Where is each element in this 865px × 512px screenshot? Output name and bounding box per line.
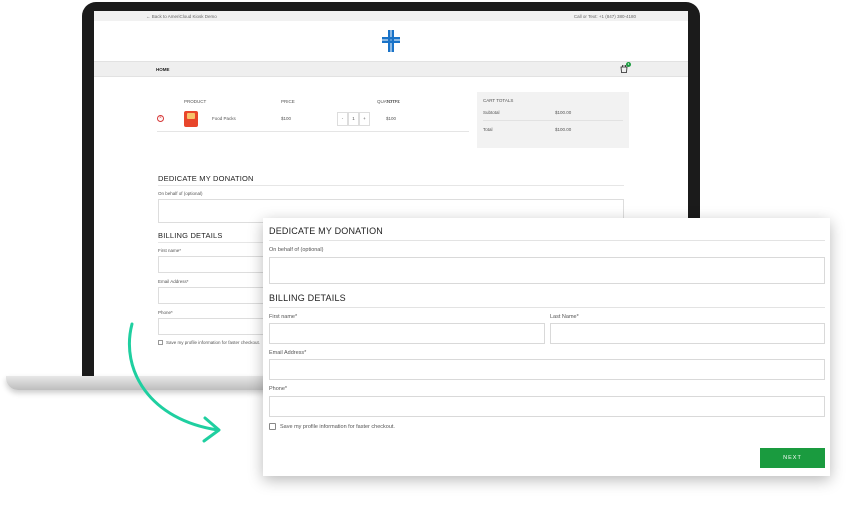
product-image[interactable] [184,110,198,127]
on-behalf-input[interactable] [269,257,825,284]
cart-count-badge: 1 [626,62,631,67]
last-name-label: Last Name* [550,314,579,320]
last-name-input[interactable] [550,323,825,344]
cart-icon[interactable]: 1 [620,62,631,73]
billing-heading: BILLING DETAILS [158,231,223,240]
qty-minus-button[interactable]: - [337,111,348,126]
cart-table-header: PRODUCT PRICE QUANTITY TOTAL [157,96,469,106]
donation-heading: DEDICATE MY DONATION [269,226,384,236]
subtotal-label: Subtotal [483,110,500,115]
email-label: Email Address* [158,279,189,284]
header-quantity: QUANTITY [377,98,400,104]
first-name-label: First name* [158,248,182,253]
back-link[interactable]: ← Back to AmeriCloud Kiosk Demo [146,14,217,19]
total-label: Total [483,126,493,132]
product-total: $100 [386,116,397,121]
phone-label: Phone* [269,386,288,392]
product-price: $100 [281,116,292,121]
divider [158,185,624,186]
cart-row: × Food Packs $100 - 1 + $100 [157,106,469,132]
donation-heading: DEDICATE MY DONATION [158,174,254,183]
subtotal-row: Subtotal $100.00 [483,105,623,121]
first-name-input[interactable] [269,323,545,344]
qty-input[interactable]: 1 [348,111,359,126]
contact-info: Call or Text: +1 (847) 380-4180 [573,13,636,19]
qty-plus-button[interactable]: + [359,111,370,126]
on-behalf-label: On behalf of (optional) [269,247,324,253]
top-bar: ← Back to AmeriCloud Kiosk Demo Call or … [94,11,688,21]
nav-home[interactable]: HOME [156,67,170,72]
header-total: TOTAL [386,98,401,104]
save-profile-label: Save my profile information for faster c… [280,423,395,430]
total-row: Total $100.00 [483,121,623,137]
logo-cross-icon[interactable] [382,30,400,52]
cart-table: PRODUCT PRICE QUANTITY TOTAL × Food Pack… [157,96,469,132]
on-behalf-label: On behalf of (optional) [158,191,203,196]
email-label: Email Address* [269,350,307,356]
curved-arrow-icon [127,322,221,443]
billing-heading: BILLING DETAILS [269,293,346,303]
email-input[interactable] [269,359,825,380]
cart-totals: CART TOTALS Subtotal $100.00 Total $100.… [477,92,629,148]
zoomed-form-card: DEDICATE MY DONATION On behalf of (optio… [263,218,830,476]
main-nav: HOME 1 [94,61,688,77]
phone-label: Phone* [158,310,173,315]
next-button[interactable]: NEXT [760,448,825,468]
header-price: PRICE [281,98,295,104]
remove-item-icon[interactable]: × [157,115,164,122]
save-profile-checkbox[interactable] [269,423,276,430]
cart-totals-title: CART TOTALS [483,98,514,103]
first-name-label: First name* [269,314,298,320]
subtotal-value: $100.00 [555,110,572,115]
product-name[interactable]: Food Packs [212,116,236,121]
logo-row [94,21,688,61]
total-value: $100.00 [555,126,572,132]
header-product: PRODUCT [184,98,207,104]
save-profile-checkbox-row[interactable]: Save my profile information for faster c… [269,423,395,430]
divider [269,240,825,241]
divider [269,307,825,308]
phone-input[interactable] [269,396,825,417]
